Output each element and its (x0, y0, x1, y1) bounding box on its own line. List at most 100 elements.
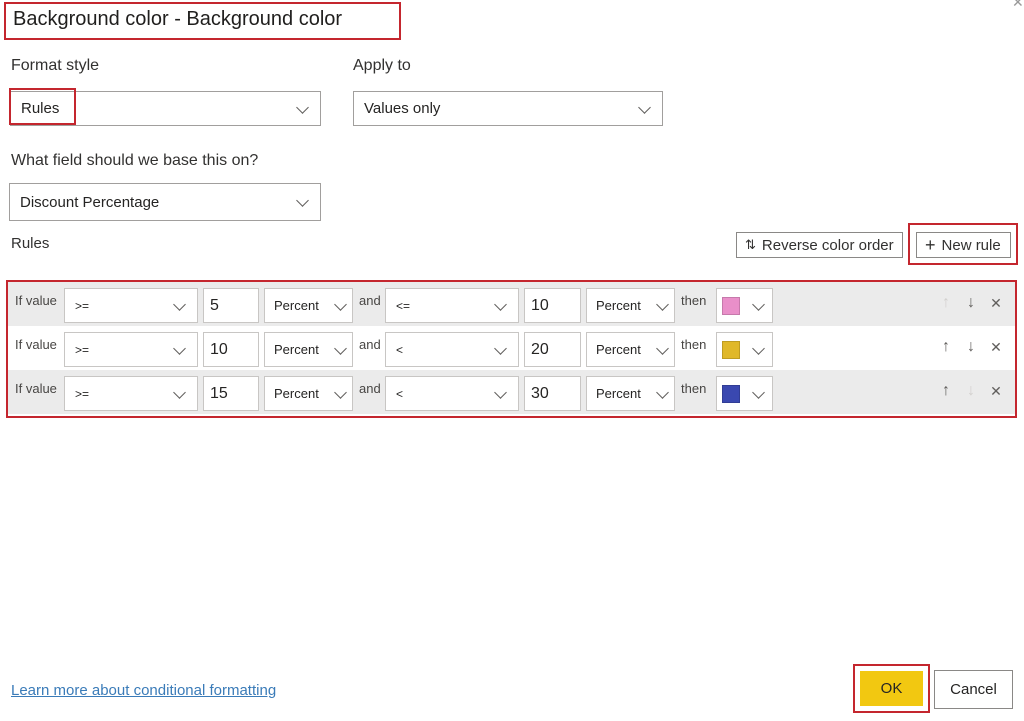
operator2-dropdown[interactable]: < (385, 332, 519, 367)
unit1-value: Percent (274, 342, 319, 357)
new-rule-highlight: + New rule (908, 223, 1018, 265)
value2-input[interactable]: 20 (524, 332, 581, 367)
operator1-value: >= (75, 386, 90, 401)
value2-input[interactable]: 10 (524, 288, 581, 323)
base-field-value: Discount Percentage (20, 193, 160, 211)
delete-rule-icon[interactable]: ✕ (988, 339, 1004, 356)
if-value-label: If value (15, 381, 57, 396)
move-up-icon[interactable]: ↑ (938, 382, 954, 400)
unit1-value: Percent (274, 298, 319, 313)
chevron-down-icon (752, 300, 764, 312)
chevron-down-icon (334, 388, 346, 400)
move-down-icon[interactable]: ↓ (963, 294, 979, 312)
color-picker[interactable] (716, 332, 773, 367)
unit1-dropdown[interactable]: Percent (264, 376, 353, 411)
color-swatch (722, 296, 740, 315)
sort-arrows-icon: ⇅ (745, 237, 756, 252)
operator1-value: >= (75, 298, 90, 313)
close-icon[interactable]: ✕ (1012, 0, 1024, 10)
value1-text: 5 (210, 296, 219, 314)
rules-list: If value >= 5 Percent and <= 10 Percent … (6, 280, 1017, 418)
value1-input[interactable]: 10 (203, 332, 259, 367)
and-label: and (359, 381, 381, 396)
unit2-dropdown[interactable]: Percent (586, 332, 675, 367)
format-style-label: Format style (11, 57, 100, 74)
chevron-down-icon (334, 300, 346, 312)
move-up-icon[interactable]: ↑ (938, 294, 954, 312)
reverse-color-order-button[interactable]: ⇅ Reverse color order (736, 232, 903, 258)
apply-to-label: Apply to (353, 57, 411, 74)
ok-highlight: OK (853, 664, 930, 713)
rule-row: If value >= 15 Percent and < 30 Percent … (8, 370, 1015, 414)
unit1-value: Percent (274, 386, 319, 401)
rules-label: Rules (11, 235, 50, 252)
and-label: and (359, 293, 381, 308)
if-value-label: If value (15, 293, 57, 308)
new-rule-button[interactable]: + New rule (916, 232, 1011, 258)
learn-more-link[interactable]: Learn more about conditional formatting (11, 682, 276, 699)
operator1-dropdown[interactable]: >= (64, 288, 198, 323)
delete-rule-icon[interactable]: ✕ (988, 383, 1004, 400)
then-label: then (681, 293, 707, 308)
value2-text: 30 (531, 384, 549, 402)
chevron-down-icon (752, 344, 764, 356)
value1-input[interactable]: 5 (203, 288, 259, 323)
operator2-dropdown[interactable]: < (385, 376, 519, 411)
color-swatch (722, 384, 740, 403)
operator2-dropdown[interactable]: <= (385, 288, 519, 323)
value1-text: 15 (210, 384, 228, 402)
chevron-down-icon (656, 344, 668, 356)
rule-row: If value >= 10 Percent and < 20 Percent … (8, 326, 1015, 370)
base-field-dropdown[interactable]: Discount Percentage (9, 183, 321, 221)
chevron-down-icon (296, 196, 308, 208)
operator2-value: < (396, 386, 404, 401)
move-down-icon[interactable]: ↓ (963, 338, 979, 356)
color-picker[interactable] (716, 376, 773, 411)
value2-text: 20 (531, 340, 549, 358)
then-label: then (681, 337, 707, 352)
new-rule-label: New rule (941, 236, 1001, 254)
chevron-down-icon (173, 300, 185, 312)
unit1-dropdown[interactable]: Percent (264, 332, 353, 367)
operator2-value: <= (396, 298, 411, 313)
dialog-title: Background color - Background color (4, 2, 401, 40)
cancel-button[interactable]: Cancel (934, 670, 1013, 709)
apply-to-dropdown[interactable]: Values only (353, 91, 663, 126)
chevron-down-icon (296, 103, 308, 115)
unit2-value: Percent (596, 386, 641, 401)
unit2-value: Percent (596, 298, 641, 313)
and-label: and (359, 337, 381, 352)
unit2-value: Percent (596, 342, 641, 357)
unit2-dropdown[interactable]: Percent (586, 376, 675, 411)
move-up-icon[interactable]: ↑ (938, 338, 954, 356)
unit1-dropdown[interactable]: Percent (264, 288, 353, 323)
if-value-label: If value (15, 337, 57, 352)
delete-rule-icon[interactable]: ✕ (988, 295, 1004, 312)
move-down-icon[interactable]: ↓ (963, 382, 979, 400)
reverse-color-order-label: Reverse color order (761, 236, 894, 254)
chevron-down-icon (638, 103, 650, 115)
chevron-down-icon (494, 344, 506, 356)
operator1-value: >= (75, 342, 90, 357)
then-label: then (681, 381, 707, 396)
operator1-dropdown[interactable]: >= (64, 332, 198, 367)
plus-icon: + (925, 234, 936, 255)
value1-input[interactable]: 15 (203, 376, 259, 411)
chevron-down-icon (656, 300, 668, 312)
chevron-down-icon (752, 388, 764, 400)
chevron-down-icon (494, 388, 506, 400)
value1-text: 10 (210, 340, 228, 358)
chevron-down-icon (494, 300, 506, 312)
color-picker[interactable] (716, 288, 773, 323)
unit2-dropdown[interactable]: Percent (586, 288, 675, 323)
apply-to-value: Values only (364, 100, 441, 117)
chevron-down-icon (334, 344, 346, 356)
operator2-value: < (396, 342, 404, 357)
ok-button[interactable]: OK (860, 671, 923, 706)
operator1-dropdown[interactable]: >= (64, 376, 198, 411)
rule-row: If value >= 5 Percent and <= 10 Percent … (8, 282, 1015, 326)
format-style-highlight (9, 88, 76, 125)
value2-input[interactable]: 30 (524, 376, 581, 411)
base-field-label: What field should we base this on? (11, 152, 259, 169)
value2-text: 10 (531, 296, 549, 314)
